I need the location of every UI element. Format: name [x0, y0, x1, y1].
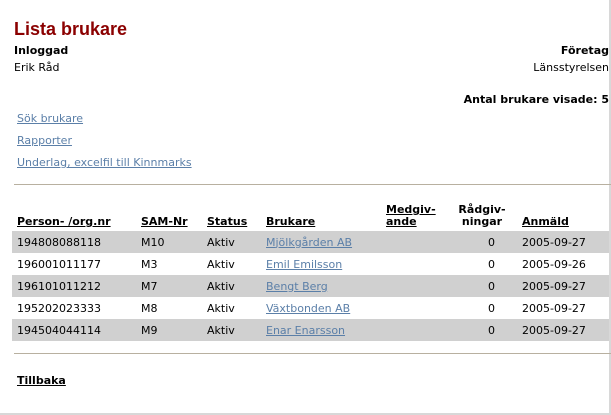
table-row: 195202023333 M8 Aktiv Växtbonden AB 0 20… [12, 297, 609, 319]
cell-person: 194504044114 [12, 319, 136, 341]
cell-sam: M3 [136, 253, 202, 275]
cell-medgivande [381, 275, 447, 297]
foretag-label: Företag [560, 44, 609, 57]
cell-anmald: 2005-09-27 [517, 297, 609, 319]
underlag-excel-link[interactable]: Underlag, excelfil till Kinnmarks [17, 156, 192, 169]
col-header-brukare[interactable]: Brukare [261, 201, 381, 231]
cell-radgivningar: 0 [447, 319, 517, 341]
col-header-medgivande-line2: ande [386, 215, 417, 228]
tillbaka-link[interactable]: Tillbaka [17, 374, 66, 387]
cell-sam: M7 [136, 275, 202, 297]
cell-person: 196001011177 [12, 253, 136, 275]
table-row: 194808088118 M10 Aktiv Mjölkgården AB 0 … [12, 231, 609, 253]
cell-radgivningar: 0 [447, 297, 517, 319]
cell-status: Aktiv [202, 231, 261, 253]
cell-radgivningar: 0 [447, 253, 517, 275]
cell-brukare-link[interactable]: Enar Enarsson [266, 324, 345, 337]
inloggad-label: Inloggad [14, 44, 69, 57]
foretag-value: Länsstyrelsen [533, 61, 609, 74]
col-header-sam[interactable]: SAM-Nr [136, 201, 202, 231]
cell-status: Aktiv [202, 275, 261, 297]
sok-brukare-link[interactable]: Sök brukare [17, 112, 83, 125]
table-row: 194504044114 M9 Aktiv Enar Enarsson 0 20… [12, 319, 609, 341]
table-row: 196001011177 M3 Aktiv Emil Emilsson 0 20… [12, 253, 609, 275]
col-header-medgivande[interactable]: Medgiv-ande [381, 201, 447, 231]
brukare-table: Person- /org.nr SAM-Nr Status Brukare Me… [12, 201, 609, 341]
page-title: Lista brukare [14, 19, 128, 39]
col-header-person[interactable]: Person- /org.nr [12, 201, 136, 231]
cell-medgivande [381, 319, 447, 341]
brukare-count: Antal brukare visade: 5 [463, 93, 609, 106]
cell-brukare-link[interactable]: Växtbonden AB [266, 302, 350, 315]
table-header-row: Person- /org.nr SAM-Nr Status Brukare Me… [12, 201, 609, 231]
cell-anmald: 2005-09-27 [517, 319, 609, 341]
cell-status: Aktiv [202, 297, 261, 319]
divider-bottom [14, 353, 611, 354]
cell-status: Aktiv [202, 319, 261, 341]
cell-person: 195202023333 [12, 297, 136, 319]
cell-anmald: 2005-09-27 [517, 231, 609, 253]
cell-sam: M10 [136, 231, 202, 253]
cell-sam: M8 [136, 297, 202, 319]
cell-brukare-link[interactable]: Emil Emilsson [266, 258, 342, 271]
cell-person: 196101011212 [12, 275, 136, 297]
cell-medgivande [381, 231, 447, 253]
cell-sam: M9 [136, 319, 202, 341]
cell-brukare-link[interactable]: Mjölkgården AB [266, 236, 352, 249]
col-header-radgivningar: Rådgiv-ningar [447, 201, 517, 231]
cell-anmald: 2005-09-26 [517, 253, 609, 275]
cell-brukare-link[interactable]: Bengt Berg [266, 280, 328, 293]
col-header-status[interactable]: Status [202, 201, 261, 231]
page: Lista brukare Inloggad Erik Råd Företag … [0, 0, 611, 415]
inloggad-value: Erik Råd [14, 61, 60, 74]
cell-status: Aktiv [202, 253, 261, 275]
cell-radgivningar: 0 [447, 231, 517, 253]
cell-anmald: 2005-09-27 [517, 275, 609, 297]
rapporter-link[interactable]: Rapporter [17, 134, 72, 147]
divider-top [14, 184, 611, 185]
cell-person: 194808088118 [12, 231, 136, 253]
col-header-anmald[interactable]: Anmäld [517, 201, 609, 231]
cell-medgivande [381, 297, 447, 319]
cell-medgivande [381, 253, 447, 275]
table-row: 196101011212 M7 Aktiv Bengt Berg 0 2005-… [12, 275, 609, 297]
col-header-radgivningar-line2: ningar [461, 215, 503, 228]
cell-radgivningar: 0 [447, 275, 517, 297]
